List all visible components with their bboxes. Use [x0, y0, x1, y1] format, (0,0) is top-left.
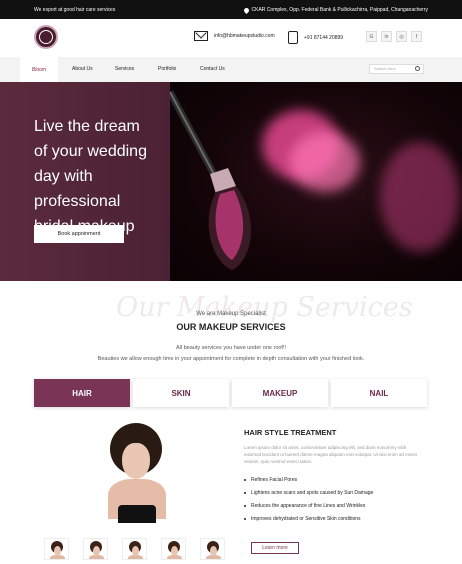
phone-number: +91 87144 20899	[304, 34, 344, 41]
nav-item-portfolio[interactable]: Portfolio	[158, 66, 176, 72]
service-tabs: HAIR SKIN MAKEUP NAIL	[34, 379, 427, 407]
benefit-item: Improves dehydrated or Sensitive Skin co…	[244, 512, 424, 525]
mail-icon	[194, 31, 208, 41]
tab-skin[interactable]: SKIN	[133, 379, 229, 407]
location-pin-icon	[242, 6, 250, 14]
services-description-long: Beauties we allow enough time in your ap…	[97, 356, 365, 362]
benefit-item: Refines Facial Pores	[244, 473, 424, 486]
learn-more-button[interactable]: Learn more	[251, 542, 299, 554]
facebook-icon[interactable]: f	[411, 31, 422, 42]
tab-hair[interactable]: HAIR	[34, 379, 130, 407]
phone-contact[interactable]: +91 87144 20899	[288, 31, 343, 44]
services-section: Our Makeup Services We are Makeup Specia…	[0, 281, 462, 564]
makeup-brush-icon	[170, 90, 252, 270]
logo-mark-icon	[39, 30, 53, 44]
site-header: info@hbmakeupstudio.com +91 87144 20899 …	[0, 19, 462, 57]
treatment-details: HAIR STYLE TREATMENT Lorem ipsum dolor s…	[244, 428, 424, 525]
search-input[interactable]: Search here	[369, 64, 424, 74]
thumbnail-image[interactable]	[83, 538, 108, 560]
nav-logo[interactable]: Bloom	[20, 57, 58, 82]
benefit-item: Reduces the appearance of fine Lines and…	[244, 499, 424, 512]
email-contact[interactable]: info@hbmakeupstudio.com	[194, 31, 275, 41]
google-icon[interactable]: G	[366, 31, 377, 42]
services-description: All beauty services you have under one r…	[175, 345, 287, 351]
search-placeholder: Search here	[374, 66, 396, 71]
search-icon[interactable]	[415, 66, 420, 71]
instagram-icon[interactable]: ◎	[396, 31, 407, 42]
thumbnail-image[interactable]	[161, 538, 186, 560]
thumbnail-image[interactable]	[200, 538, 225, 560]
main-nav: Bloom About Us Services Portfolio Contac…	[0, 57, 462, 82]
benefit-item: Lightens acne scars and spots caused by …	[244, 486, 424, 499]
thumbnail-image[interactable]	[44, 538, 69, 560]
linkedin-icon[interactable]: in	[381, 31, 392, 42]
email-address: info@hbmakeupstudio.com	[214, 33, 275, 39]
tab-nail[interactable]: NAIL	[331, 379, 427, 407]
top-bar: We export at good hair care services CKA…	[0, 0, 462, 19]
hair-thumbnails	[44, 538, 225, 560]
book-appointment-button[interactable]: Book appoinment	[34, 225, 124, 243]
phone-icon	[288, 31, 298, 44]
services-script-background: Our Makeup Services	[116, 292, 413, 323]
topbar-address-text: CKAR Complex, Opp. Federal Bank & Pullic…	[251, 7, 428, 13]
treatment-benefits-list: Refines Facial Pores Lightens acne scars…	[244, 473, 424, 525]
brand-logo[interactable]	[34, 25, 58, 49]
hero-image	[170, 82, 462, 281]
thumbnail-image[interactable]	[122, 538, 147, 560]
services-subtitle: We are Makeup Specialist	[196, 311, 266, 317]
treatment-description: Lorem ipsum dolor sit amet, consectetuer…	[244, 445, 418, 464]
nav-item-about[interactable]: About Us	[72, 66, 93, 72]
hero-title: Live the dream of your wedding day with …	[34, 118, 147, 235]
hair-model-image	[100, 419, 174, 525]
topbar-address: CKAR Complex, Opp. Federal Bank & Pullic…	[242, 6, 428, 14]
social-links: G in ◎ f	[366, 31, 422, 42]
nav-item-contact[interactable]: Contact Us	[200, 66, 225, 72]
topbar-tagline: We export at good hair care services	[34, 7, 116, 13]
services-heading: OUR MAKEUP SERVICES	[176, 322, 286, 332]
nav-item-services[interactable]: Services	[115, 66, 134, 72]
tab-makeup[interactable]: MAKEUP	[232, 379, 328, 407]
hero-banner: Live the dream of your wedding day with …	[0, 82, 462, 281]
treatment-title: HAIR STYLE TREATMENT	[244, 428, 337, 437]
